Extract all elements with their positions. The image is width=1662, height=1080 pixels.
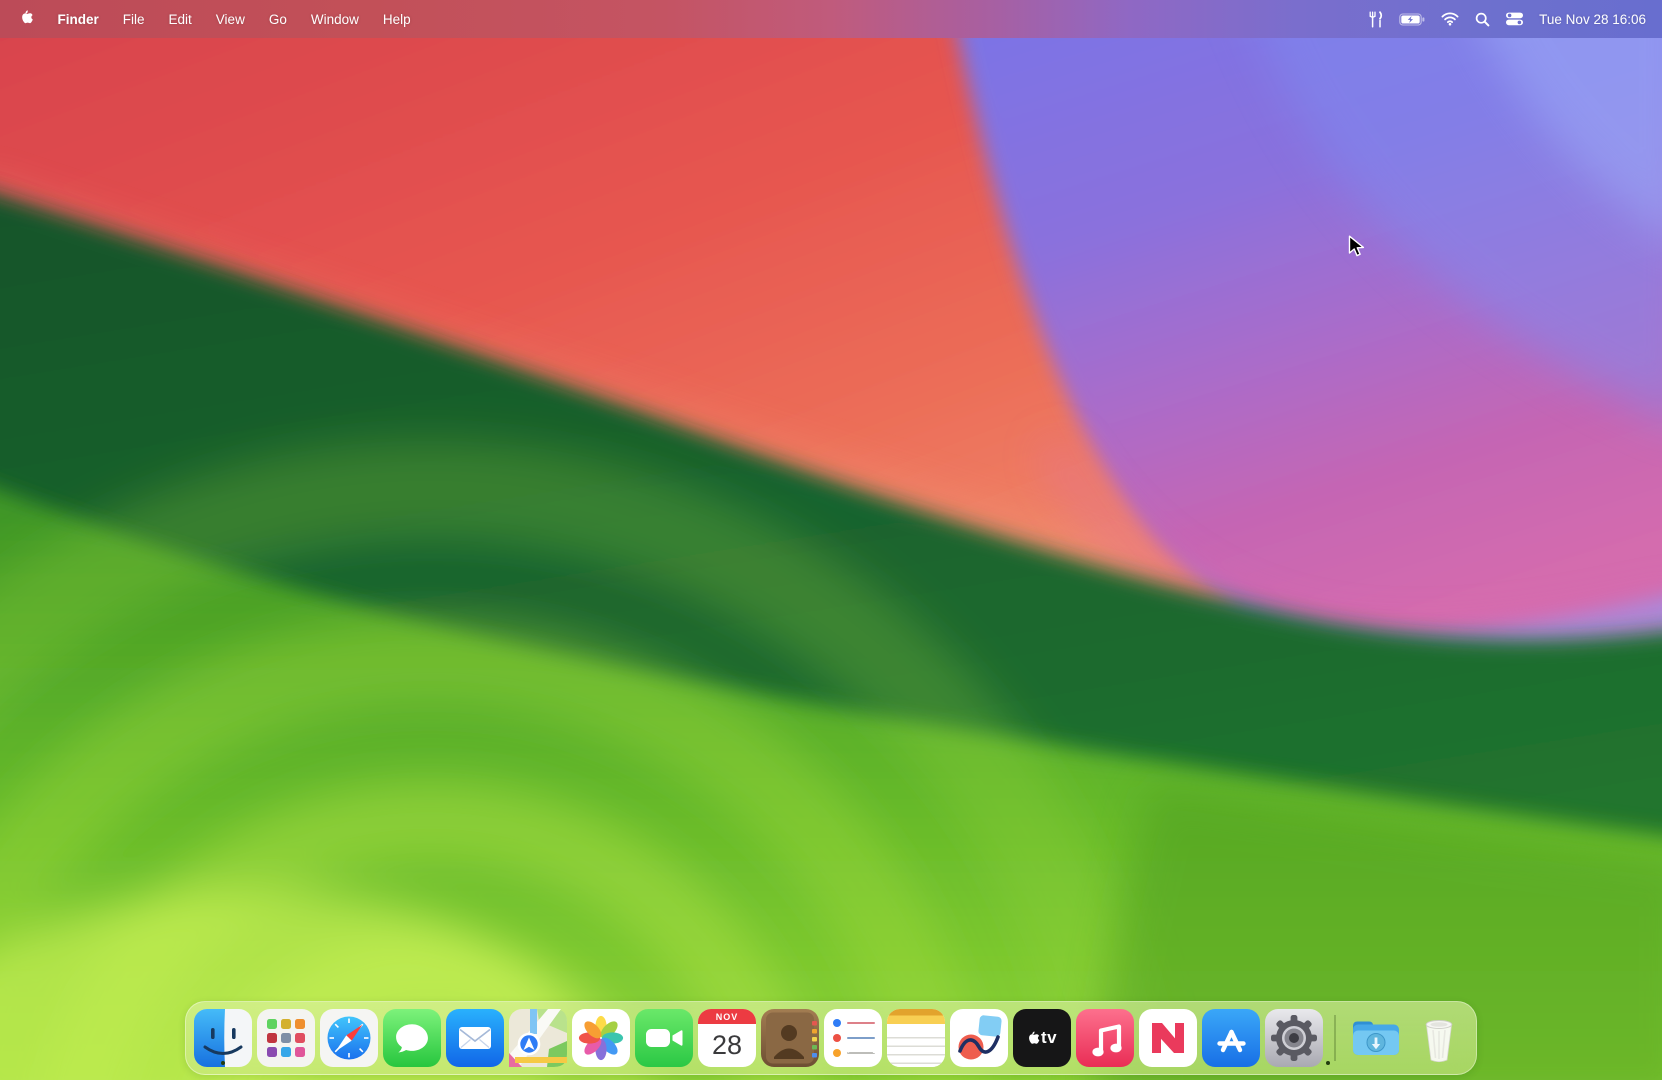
- status-menu: Tue Nov 28 16:06: [1368, 10, 1646, 28]
- trash-icon: [1425, 1020, 1453, 1063]
- menu-item-edit[interactable]: Edit: [169, 12, 192, 27]
- calendar-month: NOV: [698, 1009, 756, 1024]
- menu-item-window[interactable]: Window: [311, 12, 359, 27]
- music-icon: [1076, 1009, 1134, 1067]
- menu-bar-clock[interactable]: Tue Nov 28 16:06: [1539, 12, 1646, 27]
- dock-divider: [1328, 1009, 1342, 1067]
- dock-messages[interactable]: [383, 1009, 441, 1067]
- calendar-icon: NOV 28: [698, 1009, 756, 1067]
- menu-item-go[interactable]: Go: [269, 12, 287, 27]
- battery-charging-icon[interactable]: [1399, 12, 1425, 26]
- dock-photos[interactable]: [572, 1009, 630, 1067]
- menu-item-finder[interactable]: Finder: [58, 12, 99, 27]
- system-settings-icon: [1265, 1009, 1323, 1067]
- dock-launchpad[interactable]: [257, 1009, 315, 1067]
- tv-icon: tv: [1013, 1009, 1071, 1067]
- mail-icon: [446, 1009, 504, 1067]
- calendar-day: 28: [711, 1030, 743, 1060]
- dock-notes[interactable]: [887, 1009, 945, 1067]
- facetime-icon: [635, 1009, 693, 1067]
- news-icon: [1139, 1009, 1197, 1067]
- finder-icon: [194, 1009, 252, 1067]
- apple-menu[interactable]: [20, 10, 34, 29]
- menu-item-help[interactable]: Help: [383, 12, 411, 27]
- wallpaper-sonoma: [0, 0, 1662, 1080]
- dock-maps[interactable]: [509, 1009, 567, 1067]
- notes-icon: [887, 1009, 945, 1067]
- dock-finder[interactable]: [194, 1009, 252, 1067]
- dock-reminders[interactable]: [824, 1009, 882, 1067]
- launchpad-icon: [257, 1009, 315, 1067]
- freeform-icon: [950, 1009, 1008, 1067]
- dock-system-settings[interactable]: [1265, 1009, 1330, 1067]
- photos-icon: [572, 1009, 630, 1067]
- downloads-folder-icon: [1353, 1021, 1399, 1055]
- dock-contacts[interactable]: [761, 1009, 819, 1067]
- tv-label: tv: [1040, 1028, 1058, 1047]
- reminders-icon: [824, 1009, 882, 1067]
- utilities-icon[interactable]: [1368, 10, 1383, 28]
- running-indicator: [221, 1061, 225, 1065]
- dock-trash[interactable]: [1410, 1009, 1468, 1067]
- dock-calendar[interactable]: NOV 28: [698, 1009, 756, 1067]
- maps-icon: [509, 1009, 567, 1067]
- menu-item-file[interactable]: File: [123, 12, 145, 27]
- control-center-icon[interactable]: [1506, 12, 1524, 26]
- menu-bar: Finder File Edit View Go Window Help Tue…: [0, 0, 1662, 38]
- contacts-icon: [761, 1009, 819, 1067]
- wifi-icon[interactable]: [1441, 12, 1459, 26]
- dock: NOV 28 tv: [185, 1001, 1477, 1075]
- safari-icon: [320, 1009, 378, 1067]
- dock-mail[interactable]: [446, 1009, 504, 1067]
- dock-facetime[interactable]: [635, 1009, 693, 1067]
- dock-app-store[interactable]: [1202, 1009, 1260, 1067]
- desktop: Finder File Edit View Go Window Help Tue…: [0, 0, 1662, 1080]
- dock-music[interactable]: [1076, 1009, 1134, 1067]
- messages-icon: [383, 1009, 441, 1067]
- menu-item-view[interactable]: View: [216, 12, 245, 27]
- dock-downloads[interactable]: [1347, 1009, 1405, 1067]
- dock-news[interactable]: [1139, 1009, 1197, 1067]
- apple-icon: [22, 10, 33, 23]
- app-store-icon: [1202, 1009, 1260, 1067]
- dock-freeform[interactable]: [950, 1009, 1008, 1067]
- spotlight-icon[interactable]: [1475, 12, 1490, 27]
- dock-safari[interactable]: [320, 1009, 378, 1067]
- dock-tv[interactable]: tv: [1013, 1009, 1071, 1067]
- apple-icon: [1029, 1030, 1040, 1044]
- app-menu: Finder File Edit View Go Window Help: [20, 10, 411, 29]
